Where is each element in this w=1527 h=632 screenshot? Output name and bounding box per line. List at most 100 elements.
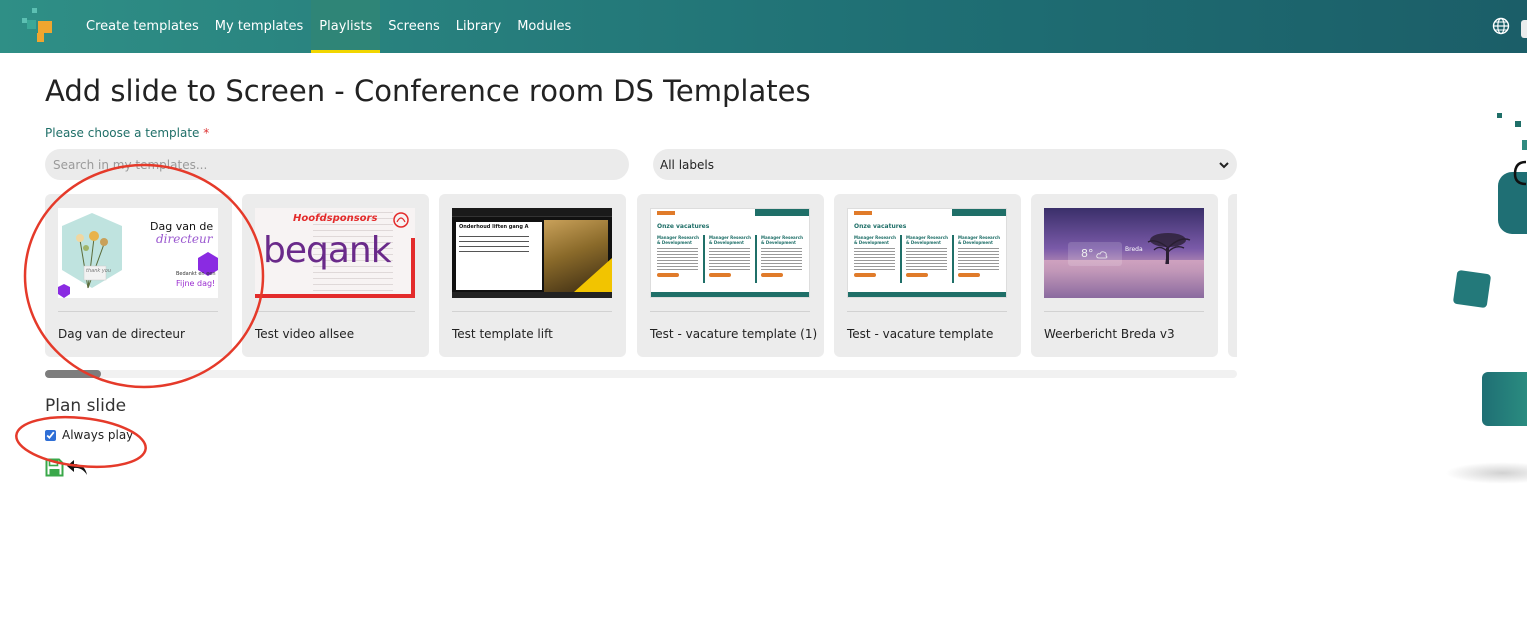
globe-icon[interactable] [1492,17,1510,35]
thumb-city: Breda [1125,246,1143,253]
thumb-job-lines [958,248,1000,270]
thumb-job-column: Manager Research & Development [761,235,807,283]
template-thumbnail: 8° Breda [1044,208,1204,298]
template-card[interactable]: Onze vacatures Manager Research & Develo… [637,194,824,357]
thumb-job-lines [709,248,751,270]
thumb-jobs-row: Manager Research & Development Manager R… [854,235,1004,283]
thumb-temp: 8° [1081,247,1094,260]
thumb-job-title: Manager Research & Development [958,235,1000,245]
decor-large-block [1482,372,1527,426]
thumb-bottombar [452,292,612,298]
thumb-job-lines [906,248,948,270]
nav-playlists[interactable]: Playlists [311,0,381,53]
nav-modules[interactable]: Modules [509,0,579,53]
always-play-checkbox[interactable] [45,429,56,441]
labels-filter-select[interactable]: All labels [653,149,1237,180]
page-title: Add slide to Screen - Conference room DS… [45,74,811,108]
thumb-job-button [657,273,679,277]
thumb-job-button [958,273,980,277]
header-edge-tab [1521,20,1527,38]
template-card-partial[interactable] [1228,194,1237,357]
thumb-job-column: Manager Research & Development [958,235,1004,283]
template-title: Test - vacature template (1) [650,327,818,341]
template-thumbnail: Hoofdsponsors beqank [255,208,415,298]
choose-template-text: Please choose a template [45,126,200,140]
thumb-heading: Onze vacatures [657,223,710,230]
top-navigation-bar: Create templates My templates Playlists … [0,0,1527,53]
sponsor-logo-icon [393,212,409,228]
template-card[interactable]: Hoofdsponsors beqank Test video allsee [242,194,429,357]
cloud-icon [1096,251,1108,259]
thumb-job-lines [657,248,699,270]
carousel-scrollbar-thumb[interactable] [45,370,101,378]
template-thumbnail: Onze vacatures Manager Research & Develo… [847,208,1007,298]
template-thumbnail: Onderhoud liften gang A [452,208,612,298]
thumb-header-box [952,209,1006,216]
template-title: Test template lift [452,327,553,341]
thumb-job-column: Manager Research & Development [657,235,705,283]
template-title: Test video allsee [255,327,355,341]
thumb-card-text: thank you [86,268,112,274]
thumb-footer-bar [651,292,809,297]
template-card[interactable]: Onderhoud liften gang A Test template li… [439,194,626,357]
thumb-job-title: Manager Research & Development [709,235,751,245]
nav-screens[interactable]: Screens [380,0,447,53]
card-separator [650,311,810,312]
thumb-job-button [709,273,731,277]
template-thumbnail: Onze vacatures Manager Research & Develo… [650,208,810,298]
thumb-yellow-corner [574,258,612,292]
template-title: Weerbericht Breda v3 [1044,327,1175,341]
app-logo-icon[interactable] [18,6,58,46]
thumb-job-title: Manager Research & Development [906,235,948,245]
thumb-job-column: Manager Research & Development [906,235,954,283]
template-title: Test - vacature template [847,327,994,341]
thumb-heading: Onze vacatures [854,223,907,230]
thumb-job-title: Manager Research & Development [761,235,803,245]
decor-square-small-2 [1515,121,1521,127]
thumb-footer-bar [848,292,1006,297]
thumb-brand-mark [657,211,675,215]
decor-tilted-square [1452,269,1492,309]
thumb-closing: Fijne dag! [176,279,216,288]
card-separator [1044,311,1204,312]
thumb-job-title: Manager Research & Development [854,235,896,245]
card-separator [255,311,415,312]
thumb-header-box [755,209,809,216]
decor-bag-handle [1513,160,1527,186]
template-card[interactable]: Dag van de directeur thank you Bedankt e… [45,194,232,357]
thumb-red-underline [255,294,415,298]
nav-my-templates[interactable]: My templates [207,0,312,53]
template-carousel: Dag van de directeur thank you Bedankt e… [45,194,1237,358]
chevron-down-icon [1219,161,1229,168]
nav-library[interactable]: Library [448,0,509,53]
nav-create-templates[interactable]: Create templates [78,0,207,53]
always-play-label: Always play [62,428,134,442]
thumb-note: Bedankt en een [176,271,216,277]
plan-slide-heading: Plan slide [45,396,127,416]
thumb-jobs-row: Manager Research & Development Manager R… [657,235,807,283]
thumb-job-lines [761,248,803,270]
thumb-big-text: beqank [263,230,392,271]
thumb-job-column: Manager Research & Development [854,235,902,283]
thumb-job-button [906,273,928,277]
save-icon[interactable] [45,458,64,477]
card-separator [58,311,218,312]
decor-square-small-1 [1497,113,1502,118]
thumb-script: directeur [156,232,213,246]
main-nav: Create templates My templates Playlists … [78,0,579,53]
thumb-banner: Hoofdsponsors [293,213,378,224]
thumb-job-button [761,273,783,277]
template-card[interactable]: Onze vacatures Manager Research & Develo… [834,194,1021,357]
template-thumbnail: Dag van de directeur thank you Bedankt e… [58,208,218,298]
template-card[interactable]: 8° Breda Weerbericht Breda v3 [1031,194,1218,357]
back-arrow-icon[interactable] [66,458,88,476]
thumb-red-side [411,238,415,298]
template-search-input[interactable] [45,149,629,180]
carousel-scrollbar-track[interactable] [45,370,1237,378]
thumb-weather-panel [1068,242,1122,266]
choose-template-label: Please choose a template * [45,126,209,140]
thumb-brand-mark [854,211,872,215]
thumb-job-lines [854,248,896,270]
always-play-option[interactable]: Always play [45,428,133,442]
template-title: Dag van de directeur [58,327,185,341]
